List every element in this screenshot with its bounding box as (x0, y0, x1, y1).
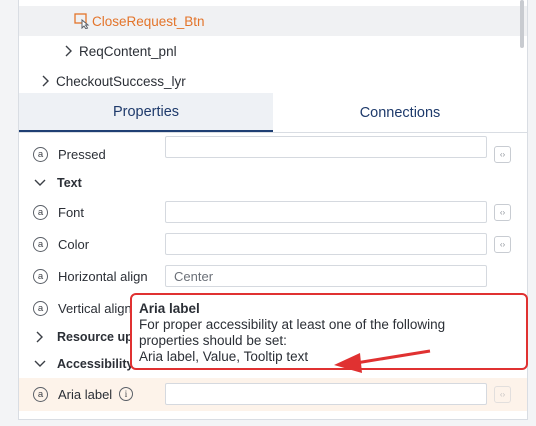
prop-row-horizontal-align: a Horizontal align Center (19, 261, 527, 291)
code-icon[interactable]: ‹› (494, 203, 511, 221)
pressed-input[interactable] (165, 136, 487, 158)
code-icon[interactable]: ‹› (494, 235, 511, 253)
prop-label: Horizontal align (58, 268, 148, 284)
code-icon[interactable]: ‹› (494, 145, 511, 163)
panel-tabs: Properties Connections (19, 93, 527, 133)
chevron-right-icon[interactable] (40, 74, 52, 91)
color-input[interactable] (165, 233, 487, 255)
red-arrow-annotation (334, 349, 431, 373)
prop-row-font: a Font ‹› (19, 197, 527, 227)
attribute-icon: a (33, 146, 48, 162)
attribute-icon: a (33, 204, 48, 220)
prop-row-aria-label: a Aria label i ‹› (19, 378, 527, 411)
attribute-icon: a (33, 268, 48, 284)
tree-scrollbar[interactable] (520, 0, 524, 48)
tab-connections[interactable]: Connections (273, 93, 527, 132)
section-text[interactable]: Text (19, 170, 527, 196)
prop-row-pressed: a Pressed ‹› (19, 136, 527, 169)
tooltip-line: For proper accessibility at least one of… (139, 317, 446, 332)
attribute-icon: a (33, 236, 48, 252)
tooltip-line: properties should be set: (139, 333, 287, 348)
click-cursor-icon (74, 13, 90, 32)
prop-label: Color (58, 236, 90, 252)
tree-item-reqcontent-pnl[interactable]: ReqContent_pnl (19, 36, 527, 66)
aria-label-input[interactable] (165, 383, 487, 405)
chevron-right-icon (36, 331, 43, 343)
section-label: Accessibility (57, 357, 134, 371)
prop-label: Pressed (58, 146, 106, 162)
prop-label: Font (58, 204, 85, 220)
tooltip-title: Aria label (139, 301, 200, 316)
tree-item-checkoutsuccess-lyr[interactable]: CheckoutSuccess_lyr (19, 66, 527, 96)
tree-item-label: CloseRequest_Btn (92, 13, 205, 29)
section-label: Text (57, 176, 82, 190)
aria-label-tooltip: Aria label For proper accessibility at l… (130, 293, 528, 370)
tooltip-line: Aria label, Value, Tooltip text (139, 349, 309, 364)
chevron-down-icon (34, 360, 46, 367)
tab-properties[interactable]: Properties (19, 93, 273, 132)
attribute-icon: a (33, 300, 48, 316)
font-input[interactable] (165, 201, 487, 223)
attribute-icon: a (33, 387, 48, 402)
horizontal-align-input[interactable]: Center (165, 265, 487, 287)
tree-item-label: CheckoutSuccess_lyr (56, 73, 186, 89)
chevron-down-icon (34, 179, 46, 186)
chevron-right-icon[interactable] (63, 44, 75, 61)
code-icon[interactable]: ‹› (494, 386, 511, 403)
prop-label: Vertical align (58, 300, 132, 316)
tree-item-label: ReqContent_pnl (79, 43, 177, 59)
tree-item-closerequest-btn[interactable]: CloseRequest_Btn (19, 6, 527, 36)
prop-label: Aria label (58, 387, 113, 402)
prop-row-color: a Color ‹› (19, 229, 527, 259)
info-icon[interactable]: i (119, 387, 133, 401)
layer-tree: CloseRequest_Btn ReqContent_pnl Checkout… (19, 0, 527, 93)
